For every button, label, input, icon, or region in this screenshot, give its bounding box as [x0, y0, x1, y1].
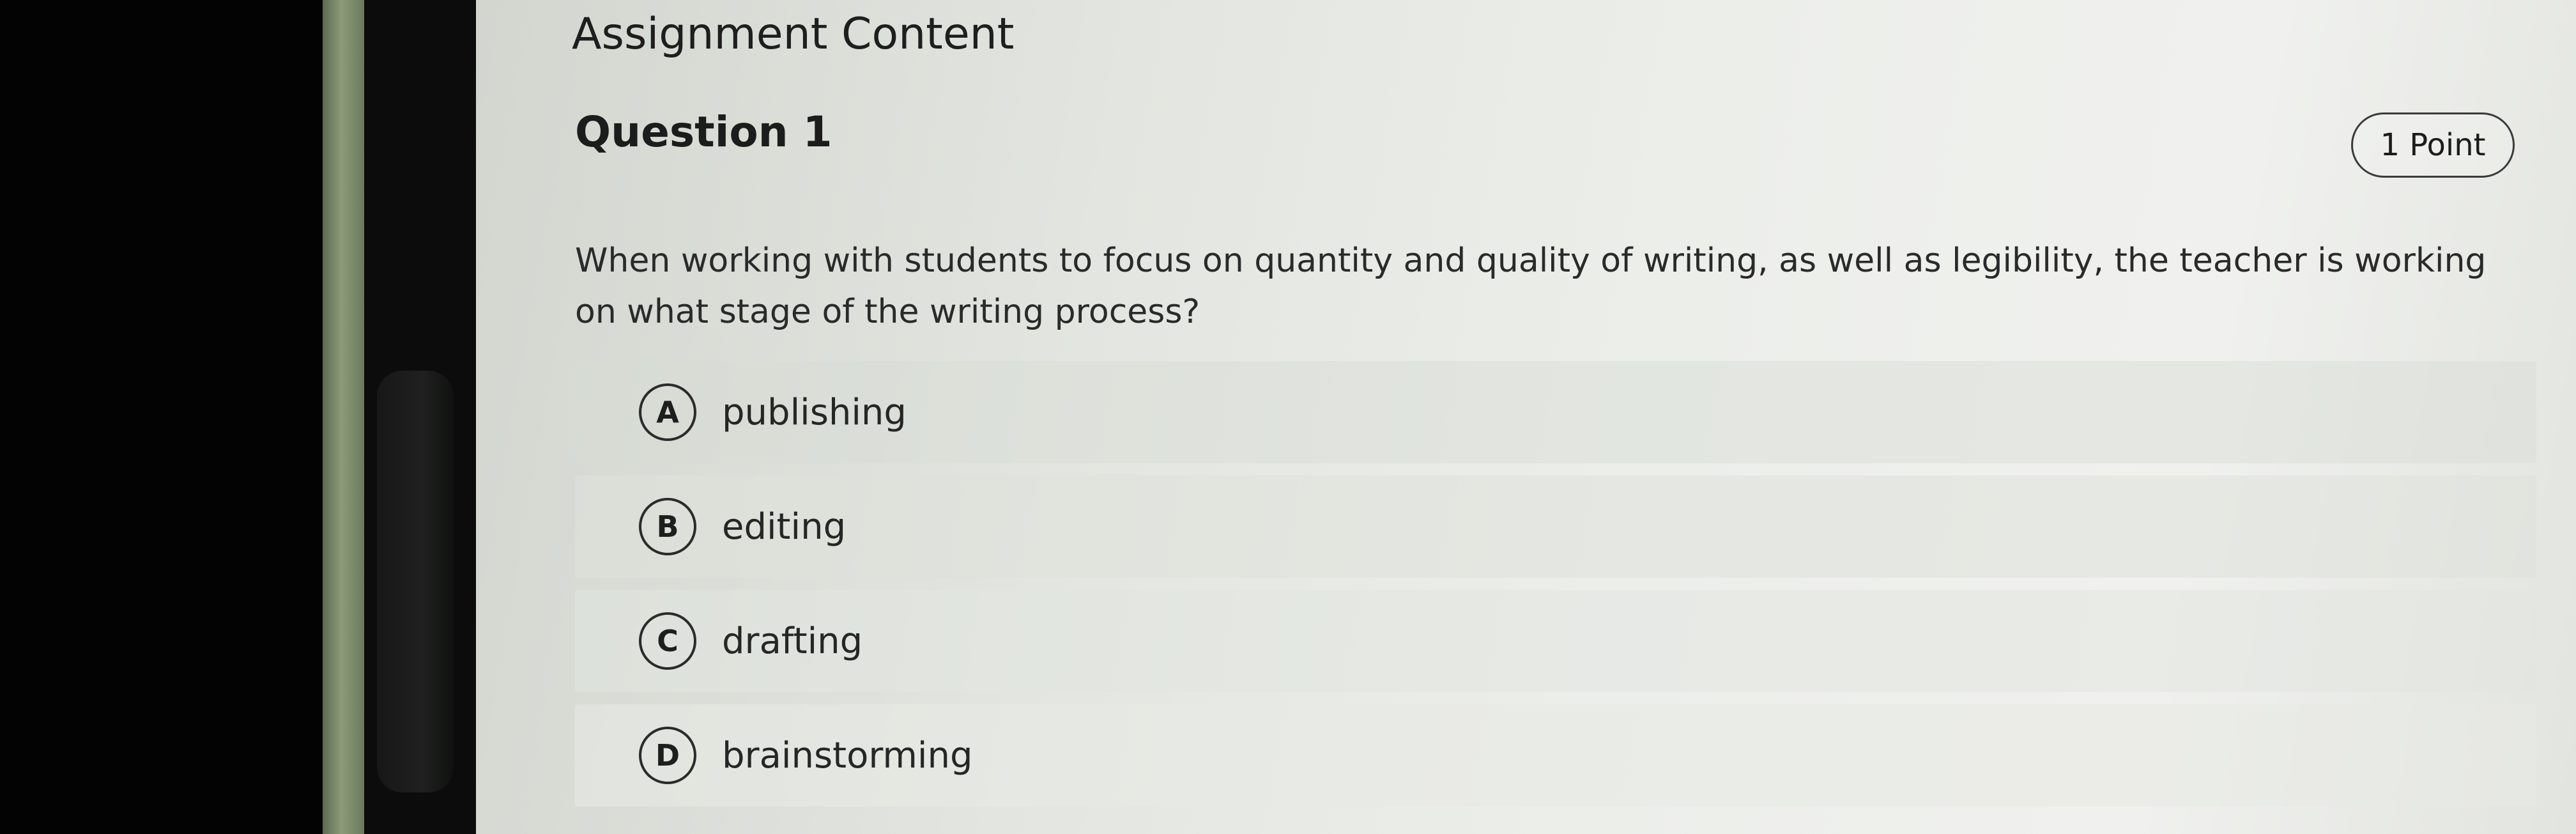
- option-label: brainstorming: [722, 734, 973, 776]
- option-letter-badge: B: [639, 498, 696, 555]
- option-label: drafting: [722, 620, 863, 662]
- assignment-screen: Assignment Content Question 1 1 Point Wh…: [476, 0, 2576, 834]
- device-edge: [323, 0, 364, 834]
- device-bezel: [0, 0, 323, 834]
- option-letter-badge: A: [639, 383, 696, 441]
- points-badge: 1 Point: [2351, 112, 2515, 178]
- answer-options: A publishing B editing C drafting D brai…: [575, 361, 2536, 819]
- option-letter-badge: C: [639, 612, 696, 670]
- page-title: Assignment Content: [572, 9, 1015, 59]
- option-label: editing: [722, 506, 847, 548]
- question-text: When working with students to focus on q…: [575, 242, 2487, 331]
- option-label: publishing: [722, 391, 907, 433]
- answer-option-b[interactable]: B editing: [575, 475, 2536, 578]
- device-side-button: [377, 371, 454, 792]
- answer-option-c[interactable]: C drafting: [575, 590, 2536, 692]
- question-title: Question 1: [575, 107, 832, 157]
- option-letter-badge: D: [639, 727, 696, 784]
- answer-option-d[interactable]: D brainstorming: [575, 704, 2536, 807]
- answer-option-a[interactable]: A publishing: [575, 361, 2536, 463]
